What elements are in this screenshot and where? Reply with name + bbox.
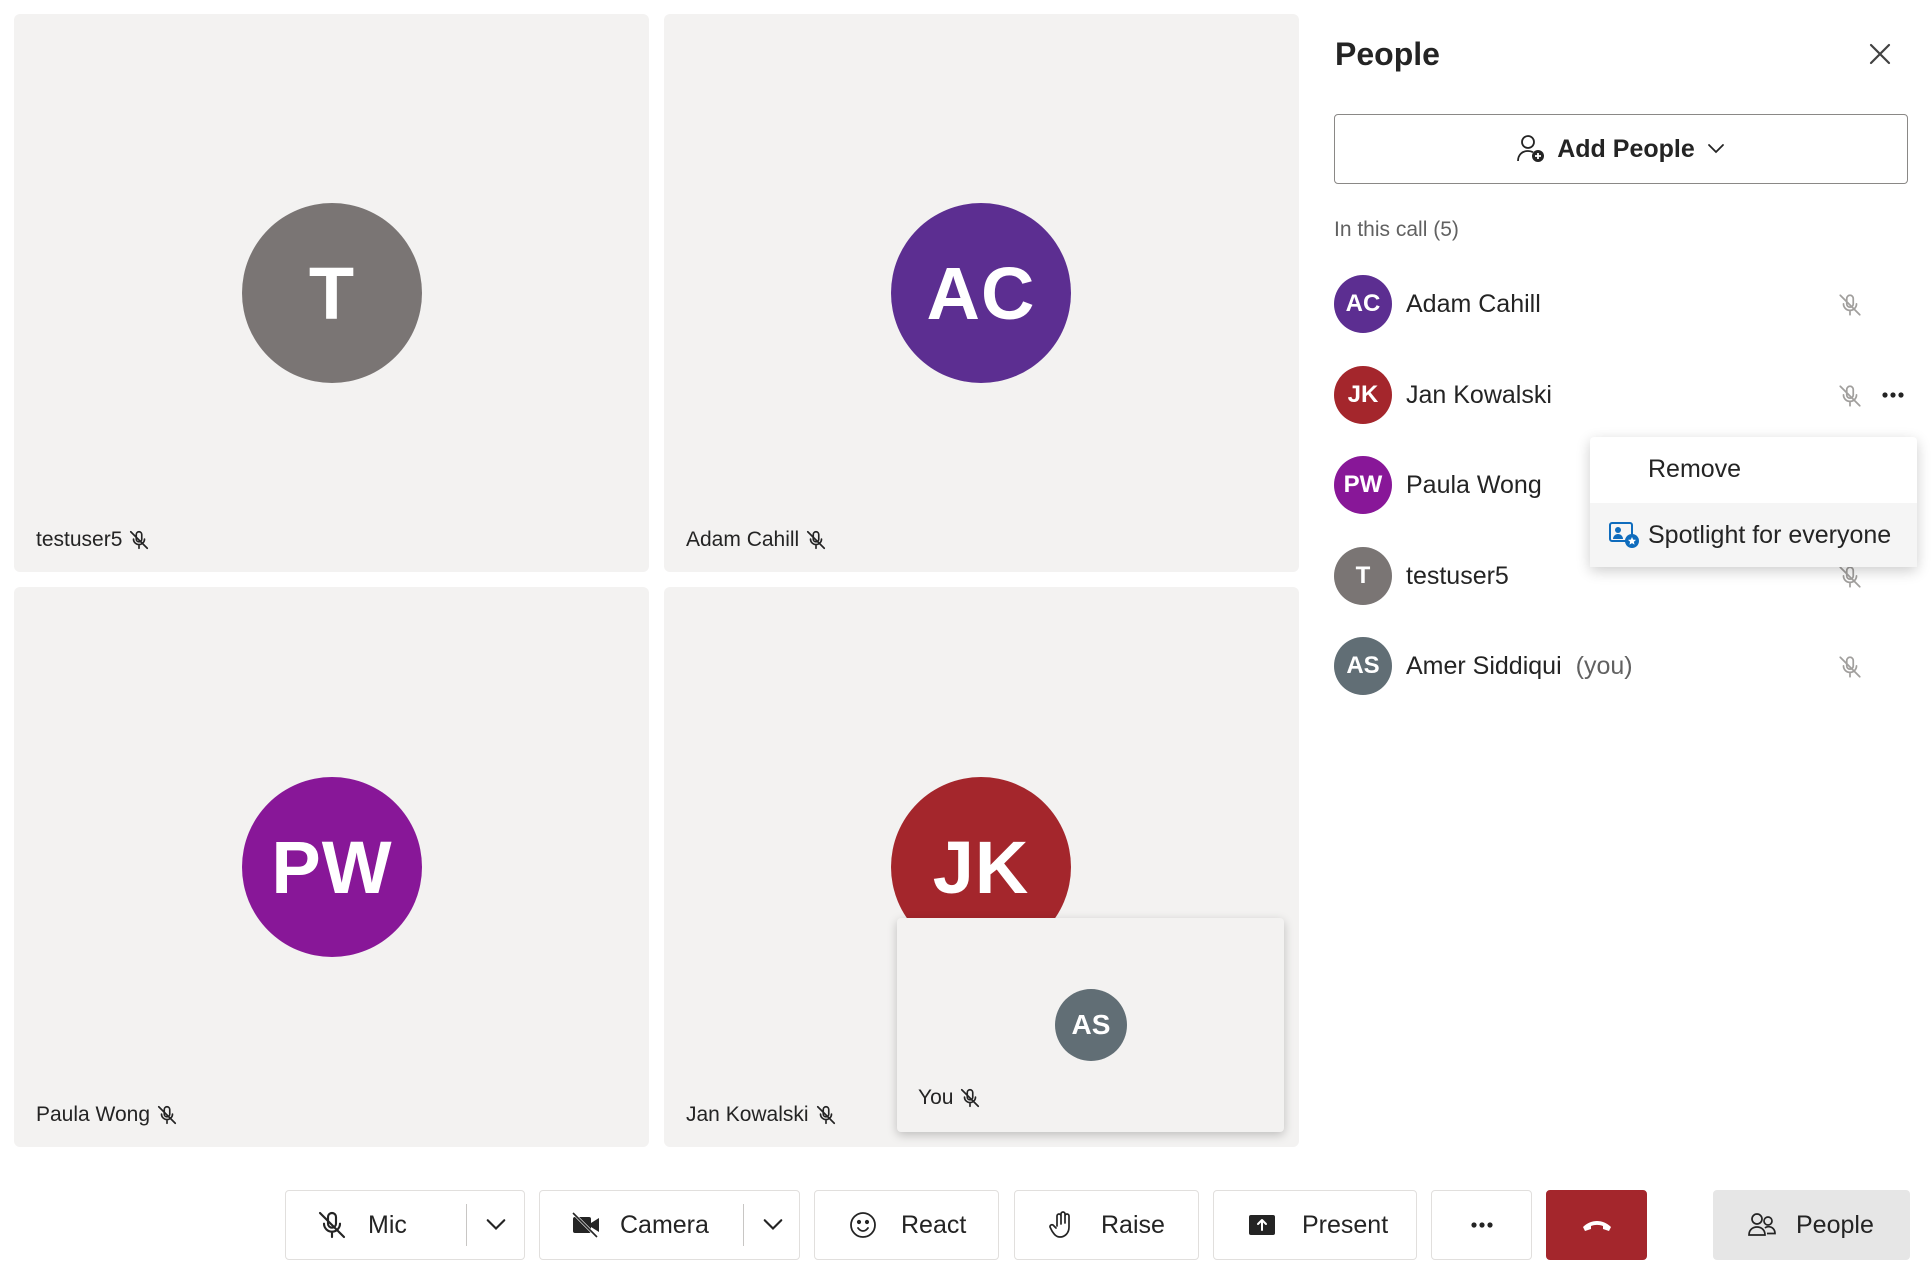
raise-label: Raise bbox=[1101, 1210, 1165, 1239]
video-stage: T testuser5 AC Adam Cahill PW Paula Wong… bbox=[0, 0, 1312, 1160]
participant-name-tag: testuser5 bbox=[36, 528, 150, 552]
self-view-tile[interactable]: AS You bbox=[897, 918, 1284, 1132]
participant-name: Amer Siddiqui bbox=[1406, 651, 1562, 680]
avatar: AS bbox=[1055, 989, 1127, 1061]
divider bbox=[743, 1204, 744, 1246]
menu-item-label: Spotlight for everyone bbox=[1648, 520, 1892, 549]
smiley-icon bbox=[850, 1212, 876, 1238]
participant-name: Jan Kowalski bbox=[1406, 380, 1552, 409]
self-label: You bbox=[918, 1086, 954, 1109]
add-person-icon bbox=[1517, 135, 1545, 162]
spotlight-icon bbox=[1609, 522, 1639, 548]
participant-name: testuser5 bbox=[36, 528, 123, 551]
you-indicator: (you) bbox=[1575, 651, 1633, 680]
camera-button-group: Camera bbox=[539, 1190, 800, 1260]
participant-context-menu: Remove Spotlight for everyone bbox=[1590, 437, 1917, 567]
people-toggle-button[interactable]: People bbox=[1713, 1190, 1910, 1260]
present-label: Present bbox=[1302, 1210, 1389, 1239]
avatar: PW bbox=[1334, 456, 1392, 514]
mic-off-icon bbox=[318, 1211, 346, 1239]
add-people-label: Add People bbox=[1557, 134, 1695, 163]
participant-name-tag: Adam Cahill bbox=[686, 528, 827, 552]
self-name-tag: You bbox=[918, 1086, 981, 1110]
mic-button[interactable]: Mic bbox=[286, 1191, 466, 1259]
participant-name-tag: Paula Wong bbox=[36, 1103, 178, 1127]
more-options-icon[interactable] bbox=[1878, 385, 1908, 405]
call-toolbar: Mic Camera React Raise Present People bbox=[0, 1160, 1931, 1284]
divider bbox=[466, 1204, 467, 1246]
mic-off-icon bbox=[130, 530, 149, 550]
video-tile-testuser5[interactable]: T testuser5 bbox=[14, 14, 649, 572]
in-call-count: In this call (5) bbox=[1334, 218, 1459, 241]
react-button[interactable]: React bbox=[814, 1190, 999, 1260]
avatar: T bbox=[1334, 547, 1392, 605]
mic-off-icon bbox=[157, 1105, 177, 1125]
camera-button[interactable]: Camera bbox=[540, 1191, 743, 1259]
hand-icon bbox=[1049, 1211, 1070, 1238]
camera-off-icon bbox=[571, 1211, 599, 1239]
participant-name: Adam Cahill bbox=[1406, 289, 1541, 318]
mic-off-icon bbox=[807, 530, 826, 550]
panel-title: People bbox=[1335, 36, 1440, 72]
chevron-down-icon[interactable] bbox=[760, 1212, 786, 1238]
raise-hand-button[interactable]: Raise bbox=[1014, 1190, 1199, 1260]
avatar: AS bbox=[1334, 637, 1392, 695]
people-icon bbox=[1748, 1213, 1776, 1236]
participant-name: Paula Wong bbox=[1406, 470, 1542, 499]
chevron-down-icon bbox=[1707, 144, 1724, 154]
present-button[interactable]: Present bbox=[1213, 1190, 1417, 1260]
avatar: JK bbox=[1334, 366, 1392, 424]
close-icon[interactable] bbox=[1864, 38, 1896, 70]
camera-label: Camera bbox=[620, 1210, 709, 1239]
add-people-button[interactable]: Add People bbox=[1334, 114, 1908, 184]
share-screen-icon bbox=[1249, 1215, 1275, 1235]
participant-name: Jan Kowalski bbox=[686, 1103, 809, 1126]
avatar: AC bbox=[891, 203, 1071, 383]
react-label: React bbox=[901, 1210, 967, 1239]
mic-off-icon bbox=[816, 1105, 835, 1125]
participant-name: testuser5 bbox=[1406, 561, 1509, 590]
phone-hangup-icon bbox=[1582, 1221, 1611, 1231]
participant-row[interactable]: AS Amer Siddiqui (you) bbox=[1334, 636, 1908, 696]
participant-name: Paula Wong bbox=[36, 1103, 151, 1126]
menu-item-spotlight[interactable]: Spotlight for everyone bbox=[1590, 503, 1917, 567]
people-panel: People Add People In this call (5) AC Ad… bbox=[1312, 0, 1931, 1160]
mic-off-icon bbox=[1839, 656, 1861, 678]
hang-up-button[interactable] bbox=[1546, 1190, 1647, 1260]
avatar: T bbox=[242, 203, 422, 383]
people-label: People bbox=[1796, 1210, 1874, 1239]
mic-off-icon bbox=[1839, 566, 1861, 588]
participant-row[interactable]: JK Jan Kowalski bbox=[1334, 365, 1908, 425]
video-tile-adam-cahill[interactable]: AC Adam Cahill bbox=[664, 14, 1299, 572]
menu-item-remove[interactable]: Remove bbox=[1590, 437, 1917, 501]
avatar: AC bbox=[1334, 275, 1392, 333]
mic-label: Mic bbox=[368, 1210, 407, 1239]
menu-item-label: Remove bbox=[1648, 454, 1742, 483]
chevron-down-icon[interactable] bbox=[483, 1212, 509, 1238]
mic-off-icon bbox=[1839, 294, 1861, 316]
mic-off-icon bbox=[1839, 385, 1861, 407]
more-icon bbox=[1470, 1222, 1493, 1228]
participant-row[interactable]: AC Adam Cahill bbox=[1334, 274, 1908, 334]
participant-name-tag: Jan Kowalski bbox=[686, 1103, 837, 1127]
mic-off-icon bbox=[961, 1088, 980, 1108]
mic-button-group: Mic bbox=[285, 1190, 525, 1260]
more-options-button[interactable] bbox=[1431, 1190, 1532, 1260]
avatar: PW bbox=[242, 777, 422, 957]
video-tile-paula-wong[interactable]: PW Paula Wong bbox=[14, 587, 649, 1147]
participant-name: Adam Cahill bbox=[686, 528, 800, 551]
